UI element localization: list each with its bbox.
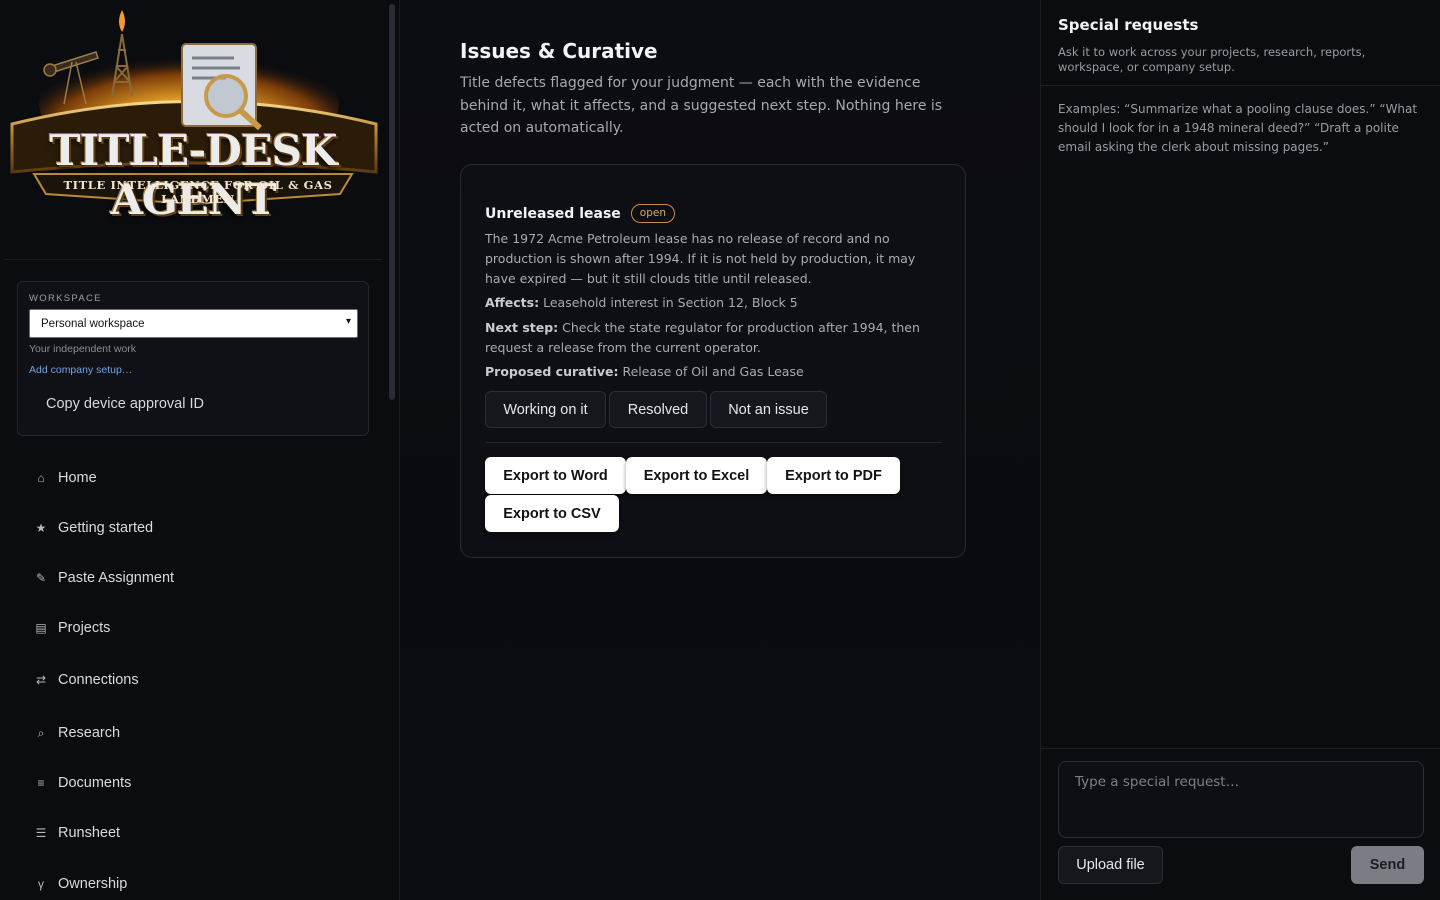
export-csv-button[interactable]: Export to CSV: [485, 495, 619, 532]
sidebar: TITLE-DESK AGENT TITLE INTELLIGENCE FOR …: [0, 0, 400, 900]
sidebar-item-label: Research: [58, 725, 121, 741]
list-icon: ☰: [35, 826, 47, 840]
status-badge: open: [630, 204, 675, 223]
curative-value: Release of Oil and Gas Lease: [622, 364, 804, 379]
working-on-it-button[interactable]: Working on it: [485, 391, 606, 428]
special-request-input[interactable]: Type a special request…: [1058, 761, 1424, 838]
home-icon: ⌂: [37, 471, 45, 485]
brand-logo: TITLE-DESK AGENT TITLE INTELLIGENCE FOR …: [4, 4, 382, 260]
sidebar-item-research[interactable]: ⌕ Research: [34, 725, 120, 741]
next-step-label: Next step:: [485, 320, 559, 335]
page-description: Title defects flagged for your judgment …: [460, 75, 943, 136]
sidebar-item-runsheet[interactable]: ☰ Runsheet: [34, 825, 120, 841]
panel-examples: Examples: “Summarize what a pooling clau…: [1058, 102, 1418, 154]
issue-next-step: Next step: Check the state regulator for…: [485, 318, 945, 358]
sidebar-item-documents[interactable]: ≡ Documents: [34, 775, 131, 791]
folder-icon: ▤: [35, 621, 47, 635]
issue-card: Unreleased lease open The 1972 Acme Petr…: [460, 164, 966, 558]
page-title: Issues & Curative: [460, 39, 658, 63]
sidebar-item-label: Runsheet: [58, 825, 121, 841]
sidebar-item-projects[interactable]: ▤ Projects: [34, 620, 110, 636]
sidebar-item-label: Documents: [58, 775, 132, 791]
sidebar-item-label: Ownership: [58, 876, 128, 892]
chevron-down-icon: ▾: [345, 316, 351, 327]
upload-file-button[interactable]: Upload file: [1058, 846, 1163, 884]
panel-subtitle: Ask it to work across your projects, res…: [1058, 45, 1366, 74]
affects-label: Affects:: [485, 295, 540, 310]
resolved-button[interactable]: Resolved: [609, 391, 707, 428]
panel-divider: [1041, 85, 1440, 86]
send-button[interactable]: Send: [1351, 846, 1424, 884]
sidebar-item-paste-assignment[interactable]: ✎ Paste Assignment: [34, 570, 174, 586]
sidebar-item-ownership[interactable]: γ Ownership: [34, 876, 127, 892]
star-icon: ★: [35, 521, 47, 535]
sidebar-item-label: Home: [58, 470, 97, 486]
add-company-setup-link[interactable]: Add company setup…: [29, 364, 132, 376]
export-excel-button[interactable]: Export to Excel: [626, 457, 767, 494]
panel-title: Special requests: [1058, 16, 1199, 34]
card-divider: [485, 442, 941, 443]
affects-value: Leasehold interest in Section 12, Block …: [543, 295, 798, 310]
curative-label: Proposed curative:: [485, 364, 619, 379]
copy-device-approval-button[interactable]: Copy device approval ID: [46, 396, 204, 412]
workspace-note: Your independent work: [29, 343, 137, 355]
sidebar-item-connections[interactable]: ⇄ Connections: [34, 672, 139, 688]
sidebar-item-label: Getting started: [58, 520, 154, 536]
brand-title: TITLE-DESK AGENT: [49, 126, 337, 224]
workspace-label: WORKSPACE: [29, 293, 102, 304]
search-icon: ⌕: [37, 725, 45, 740]
workspace-select[interactable]: Personal workspace ▾: [29, 309, 358, 338]
issue-header: Unreleased lease open: [485, 204, 675, 223]
swap-icon: ⇄: [35, 673, 47, 687]
issue-curative: Proposed curative: Release of Oil and Ga…: [485, 362, 945, 382]
sidebar-item-label: Projects: [58, 620, 111, 636]
workspace-select-value: Personal workspace: [41, 317, 145, 330]
sidebar-item-home[interactable]: ⌂ Home: [34, 470, 97, 486]
documents-icon: ≡: [37, 776, 45, 790]
workspace-card: WORKSPACE Personal workspace ▾ Your inde…: [17, 281, 369, 436]
sidebar-item-getting-started[interactable]: ★ Getting started: [34, 520, 154, 536]
export-word-button[interactable]: Export to Word: [485, 457, 626, 494]
pencil-icon: ✎: [35, 571, 47, 585]
special-requests-panel: Special requests Ask it to work across y…: [1040, 0, 1440, 900]
issue-affects: Affects: Leasehold interest in Section 1…: [485, 293, 945, 313]
brand-subtitle: TITLE INTELLIGENCE FOR OIL & GAS LANDMEN: [63, 178, 333, 206]
not-an-issue-button[interactable]: Not an issue: [710, 391, 827, 428]
ownership-icon: γ: [38, 877, 44, 891]
sidebar-item-label: Connections: [58, 672, 139, 688]
sidebar-scrollbar[interactable]: [389, 4, 395, 400]
sidebar-item-label: Paste Assignment: [58, 570, 175, 586]
panel-divider: [1041, 748, 1440, 749]
export-pdf-button[interactable]: Export to PDF: [767, 457, 900, 494]
issue-title: Unreleased lease: [485, 205, 621, 222]
issue-description: The 1972 Acme Petroleum lease has no rel…: [485, 231, 916, 286]
main-content: Issues & Curative Title defects flagged …: [400, 0, 1040, 900]
